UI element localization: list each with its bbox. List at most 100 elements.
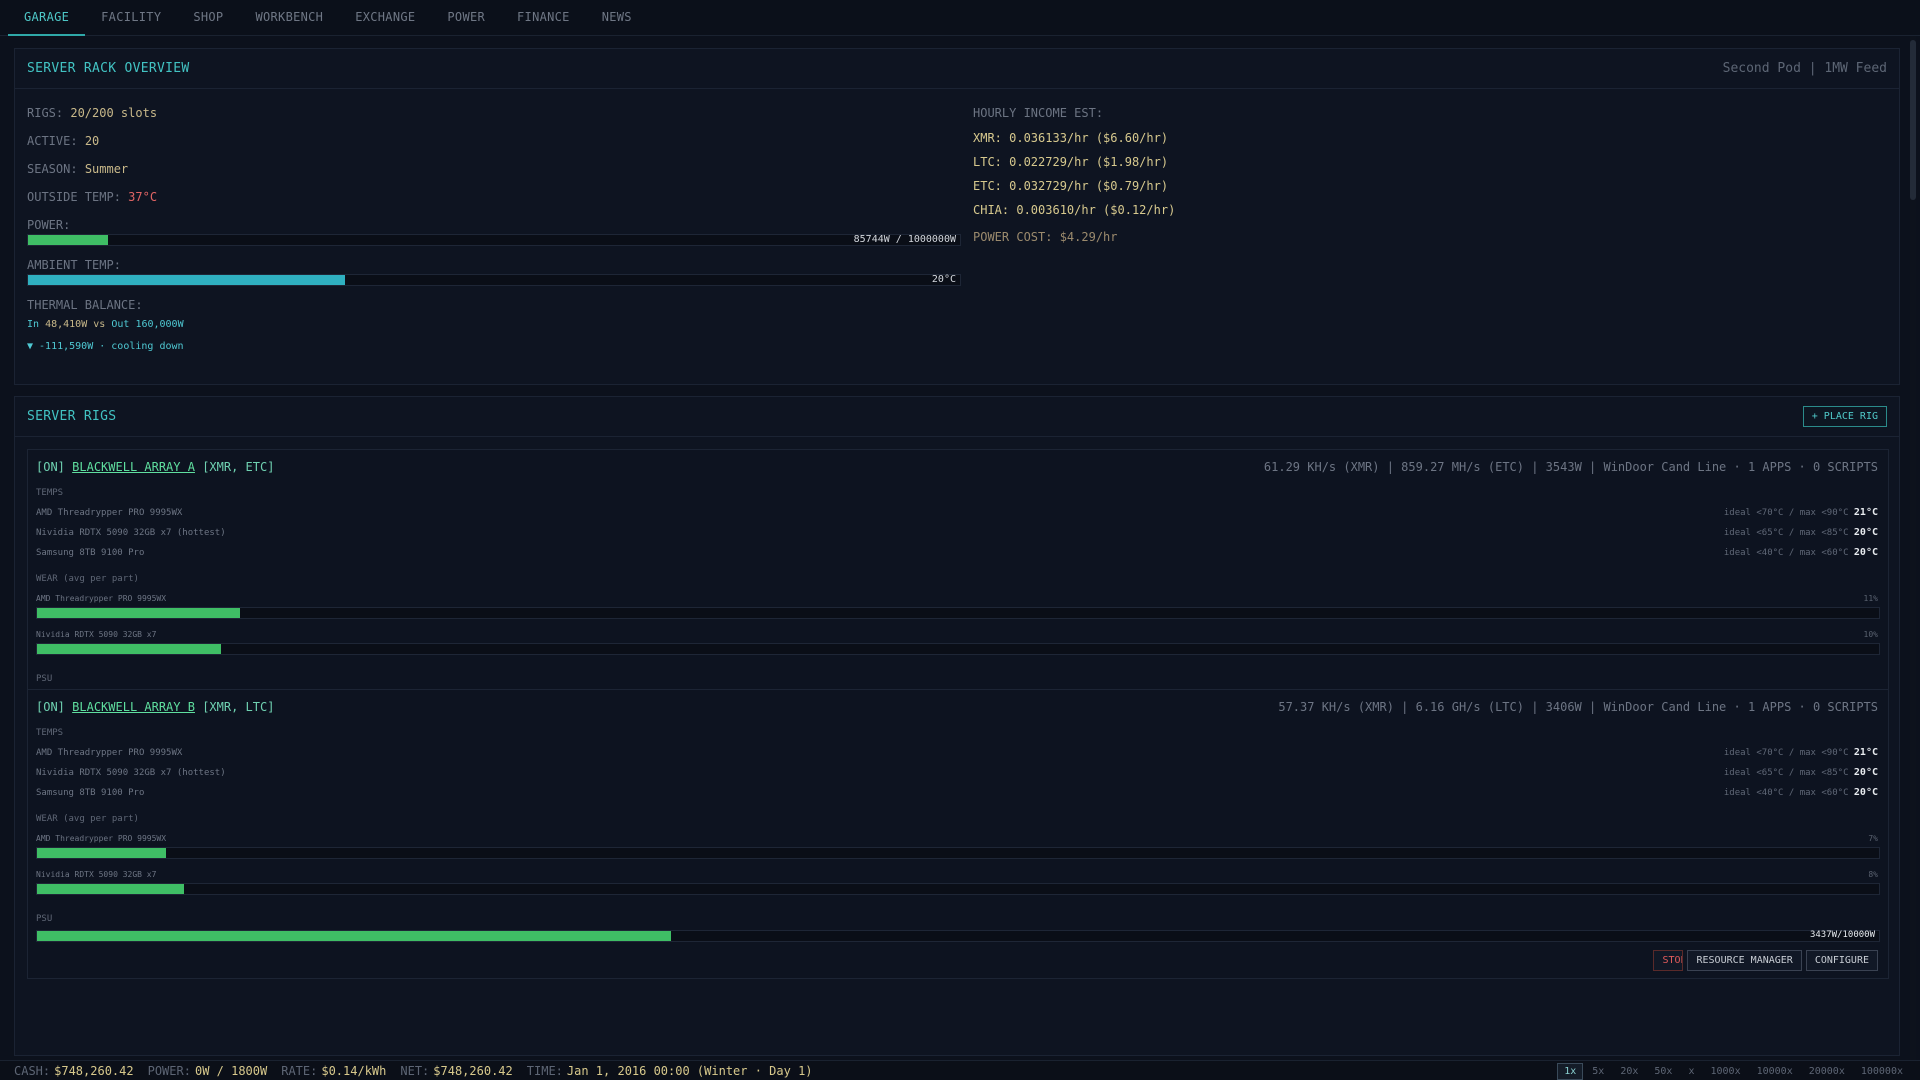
overview-header: SERVER RACK OVERVIEW Second Pod | 1MW Fe… xyxy=(15,49,1899,89)
wear-percent: 8% xyxy=(1868,870,1878,879)
tab-shop[interactable]: SHOP xyxy=(177,0,239,36)
temp-part-name: Nividia RDTX 5090 32GB x7 (hottest) xyxy=(36,768,226,778)
income-ltc: LTC: 0.022729/hr ($1.98/hr) xyxy=(973,155,1169,169)
income-estimate: HOURLY INCOME EST: XMR: 0.036133/hr ($6.… xyxy=(973,104,1873,244)
season-label: SEASON: xyxy=(27,162,78,176)
wear-part-name: Nividia RDTX 5090 32GB x7 xyxy=(36,630,157,639)
speed-button[interactable]: 20x xyxy=(1613,1063,1645,1080)
tab-exchange[interactable]: EXCHANGE xyxy=(339,0,431,36)
tab-news[interactable]: NEWS xyxy=(586,0,648,36)
speed-button[interactable]: 50x xyxy=(1647,1063,1679,1080)
wear-bar-fill xyxy=(37,848,166,858)
rig-name-link[interactable]: BLACKWELL ARRAY A xyxy=(72,460,195,474)
speed-button[interactable]: x xyxy=(1681,1063,1701,1080)
income-etc: ETC: 0.032729/hr ($0.79/hr) xyxy=(973,179,1169,193)
season-stat: SEASON: Summer xyxy=(27,160,961,188)
temp-part-name: Samsung 8TB 9100 Pro xyxy=(36,548,145,558)
wear-bar-fill xyxy=(37,884,185,894)
temp-reading: ideal <40°C / max <60°C 20°C xyxy=(1724,547,1878,558)
rig-header: [ON] BLACKWELL ARRAY A [XMR, ETC] xyxy=(36,460,274,474)
power-bar: 85744W / 1000000W xyxy=(27,234,961,246)
thermal-in-out: In 48,410W vs Out 160,000W xyxy=(27,318,961,340)
tab-power[interactable]: POWER xyxy=(431,0,501,36)
temp-part-name: AMD Threadrypper PRO 9995WX xyxy=(36,508,183,518)
tab-garage[interactable]: GARAGE xyxy=(8,0,86,36)
tab-facility[interactable]: FACILITY xyxy=(85,0,177,36)
net-label: NET: xyxy=(400,1063,430,1078)
rigs-title: SERVER RIGS xyxy=(27,409,117,424)
wear-bar xyxy=(36,607,1880,619)
season-value: Summer xyxy=(84,162,129,176)
speed-controls: 1x 5x 20x 50x x 1000x 10000x 20000x 100000x xyxy=(1557,1063,1910,1080)
psu-bar-text: 3437W/10000W xyxy=(1809,930,1875,940)
temp-part-name: Samsung 8TB 9100 Pro xyxy=(36,788,145,798)
ambient-label: AMBIENT TEMP: xyxy=(27,258,121,272)
wear-part-name: AMD Threadrypper PRO 9995WX xyxy=(36,594,167,603)
wear-percent: 10% xyxy=(1863,630,1878,639)
top-nav: GARAGE FACILITY SHOP WORKBENCH EXCHANGE POWER… xyxy=(0,0,1920,36)
rig-coins: [XMR, ETC] xyxy=(202,460,275,474)
temp-value: 20°C xyxy=(1853,547,1878,558)
power-bar-fill xyxy=(28,235,109,245)
power-cost: POWER COST: $4.29/hr xyxy=(973,230,1118,244)
thermal-out-value: 160,000W xyxy=(135,319,184,330)
resource-manager-button[interactable]: RESOURCE MANAGER xyxy=(1687,950,1802,971)
power-bar-text: 85744W / 1000000W xyxy=(853,234,956,245)
tab-workbench[interactable]: WORKBENCH xyxy=(239,0,339,36)
temp-ideal: ideal <40°C / max <60°C xyxy=(1723,788,1849,798)
speed-button[interactable]: 100000x xyxy=(1854,1063,1910,1080)
page-scrollbar-thumb[interactable] xyxy=(1910,40,1916,200)
cash-value: $748,260.42 xyxy=(54,1063,134,1078)
rig-actions: STOPRESOURCE MANAGERCONFIGURE xyxy=(1653,950,1878,971)
overview-title: SERVER RACK OVERVIEW xyxy=(27,61,190,76)
wear-bar xyxy=(36,883,1880,895)
server-rigs-panel: SERVER RIGS + PLACE RIG [ON] BLACKWELL A… xyxy=(14,396,1900,1056)
thermal-vs: vs xyxy=(93,319,106,330)
speed-button[interactable]: 1x xyxy=(1557,1063,1584,1080)
wear-label: WEAR (avg per part) xyxy=(36,574,139,584)
rig-status: [ON] xyxy=(36,460,65,474)
temp-value: 20°C xyxy=(1853,767,1878,778)
psu-label: PSU xyxy=(36,914,53,924)
rate-value: $0.14/kWh xyxy=(321,1063,387,1078)
temp-value: 20°C xyxy=(1853,787,1878,798)
temp-reading: ideal <65°C / max <85°C 20°C xyxy=(1724,767,1878,778)
wear-percent: 11% xyxy=(1863,594,1878,603)
stop-button[interactable]: STOP xyxy=(1653,950,1684,971)
place-rig-button[interactable]: + PLACE RIG xyxy=(1802,406,1887,427)
thermal-out-label: Out xyxy=(111,319,130,330)
psu-bar-fill xyxy=(37,931,671,941)
temp-reading: ideal <70°C / max <90°C 21°C xyxy=(1724,747,1878,758)
temp-value: 20°C xyxy=(1853,527,1878,538)
temp-part-name: AMD Threadrypper PRO 9995WX xyxy=(36,748,183,758)
configure-button[interactable]: CONFIGURE xyxy=(1805,950,1878,971)
status-bar: CASH: $748,260.42 POWER: 0W / 1800W RATE… xyxy=(0,1060,1920,1080)
rigs-header: SERVER RIGS + PLACE RIG xyxy=(15,397,1899,437)
rig-stats: 61.29 KH/s (XMR) | 859.27 MH/s (ETC) | 3… xyxy=(1263,460,1878,474)
wear-bar xyxy=(36,643,1880,655)
overview-subtitle: Second Pod | 1MW Feed xyxy=(1722,61,1887,76)
speed-button[interactable]: 20000x xyxy=(1802,1063,1852,1080)
net-value: $748,260.42 xyxy=(433,1063,513,1078)
time-label: TIME: xyxy=(526,1063,563,1078)
temp-ideal: ideal <40°C / max <60°C xyxy=(1723,548,1849,558)
income-label-row: HOURLY INCOME EST: xyxy=(973,104,1873,130)
active-value: 20 xyxy=(84,134,100,148)
time-value: Jan 1, 2016 00:00 (Winter · Day 1) xyxy=(566,1063,813,1078)
wear-percent: 7% xyxy=(1868,834,1878,843)
wear-bar-fill xyxy=(37,608,240,618)
wear-part-name: Nividia RDTX 5090 32GB x7 xyxy=(36,870,157,879)
speed-button[interactable]: 5x xyxy=(1585,1063,1611,1080)
speed-button[interactable]: 1000x xyxy=(1703,1063,1747,1080)
tab-finance[interactable]: FINANCE xyxy=(501,0,586,36)
temp-value: 21°C xyxy=(1853,747,1878,758)
outside-temp-value: 37°C xyxy=(128,190,158,204)
wear-bar-fill xyxy=(37,644,222,654)
ambient-label-row: AMBIENT TEMP: xyxy=(27,256,961,274)
rig-header: [ON] BLACKWELL ARRAY B [XMR, LTC] xyxy=(36,700,274,714)
speed-button[interactable]: 10000x xyxy=(1750,1063,1800,1080)
power-label: POWER: xyxy=(27,218,71,232)
ambient-bar-fill xyxy=(28,275,345,285)
rig-stats: 57.37 KH/s (XMR) | 6.16 GH/s (LTC) | 340… xyxy=(1278,700,1878,714)
rig-name-link[interactable]: BLACKWELL ARRAY B xyxy=(72,700,195,714)
